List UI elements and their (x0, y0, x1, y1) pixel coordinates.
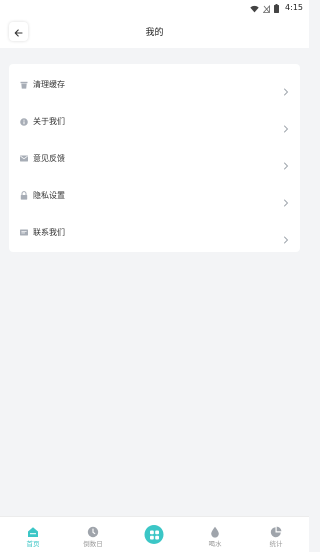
apps-grid-icon (144, 525, 164, 544)
chevron-right-icon (283, 118, 289, 132)
tab-statistics[interactable]: 统计 (245, 517, 307, 552)
water-drop-icon (209, 523, 221, 538)
tab-countdown[interactable]: 倒数日 (62, 517, 124, 552)
tab-home[interactable]: 首页 (2, 517, 64, 552)
status-time: 4:15 (285, 2, 303, 12)
menu-item-label: 隐私设置 (33, 191, 65, 200)
tab-label: 喝水 (208, 540, 222, 548)
bottom-tab-bar: 首页 倒数日 喝水 统计 (0, 516, 309, 552)
tab-label: 统计 (269, 540, 283, 548)
menu-item-contact-us[interactable]: 联系我们 (9, 214, 300, 251)
tab-label: 倒数日 (83, 540, 103, 548)
page-title: 我的 (145, 28, 164, 38)
menu-item-label: 清理缓存 (33, 80, 65, 89)
pie-chart-icon (270, 523, 282, 538)
mail-icon (19, 154, 28, 163)
menu-item-label: 联系我们 (33, 228, 65, 237)
home-icon (27, 523, 39, 537)
lock-icon (19, 191, 28, 200)
chevron-right-icon (283, 229, 289, 243)
menu-item-clear-cache[interactable]: 清理缓存 (9, 66, 300, 103)
tab-water[interactable]: 喝水 (184, 517, 246, 552)
menu-item-about-us[interactable]: 关于我们 (9, 103, 300, 140)
chevron-right-icon (283, 81, 289, 95)
message-icon (19, 228, 28, 237)
chevron-right-icon (283, 192, 289, 206)
menu-item-feedback[interactable]: 意见反馈 (9, 140, 300, 177)
chevron-right-icon (283, 155, 289, 169)
menu-item-label: 关于我们 (33, 117, 65, 126)
status-bar: 4:15 (0, 0, 309, 14)
tab-apps[interactable] (123, 517, 185, 552)
app-header: 我的 (0, 14, 309, 48)
menu-item-privacy-settings[interactable]: 隐私设置 (9, 177, 300, 214)
tab-label: 首页 (26, 540, 40, 548)
info-icon (19, 117, 28, 126)
trash-icon (19, 80, 28, 89)
menu-item-label: 意见反馈 (33, 154, 65, 163)
settings-menu-card: 清理缓存 关于我们 意见反馈 隐私设置 联系我们 (9, 64, 300, 252)
countdown-icon (87, 523, 99, 538)
